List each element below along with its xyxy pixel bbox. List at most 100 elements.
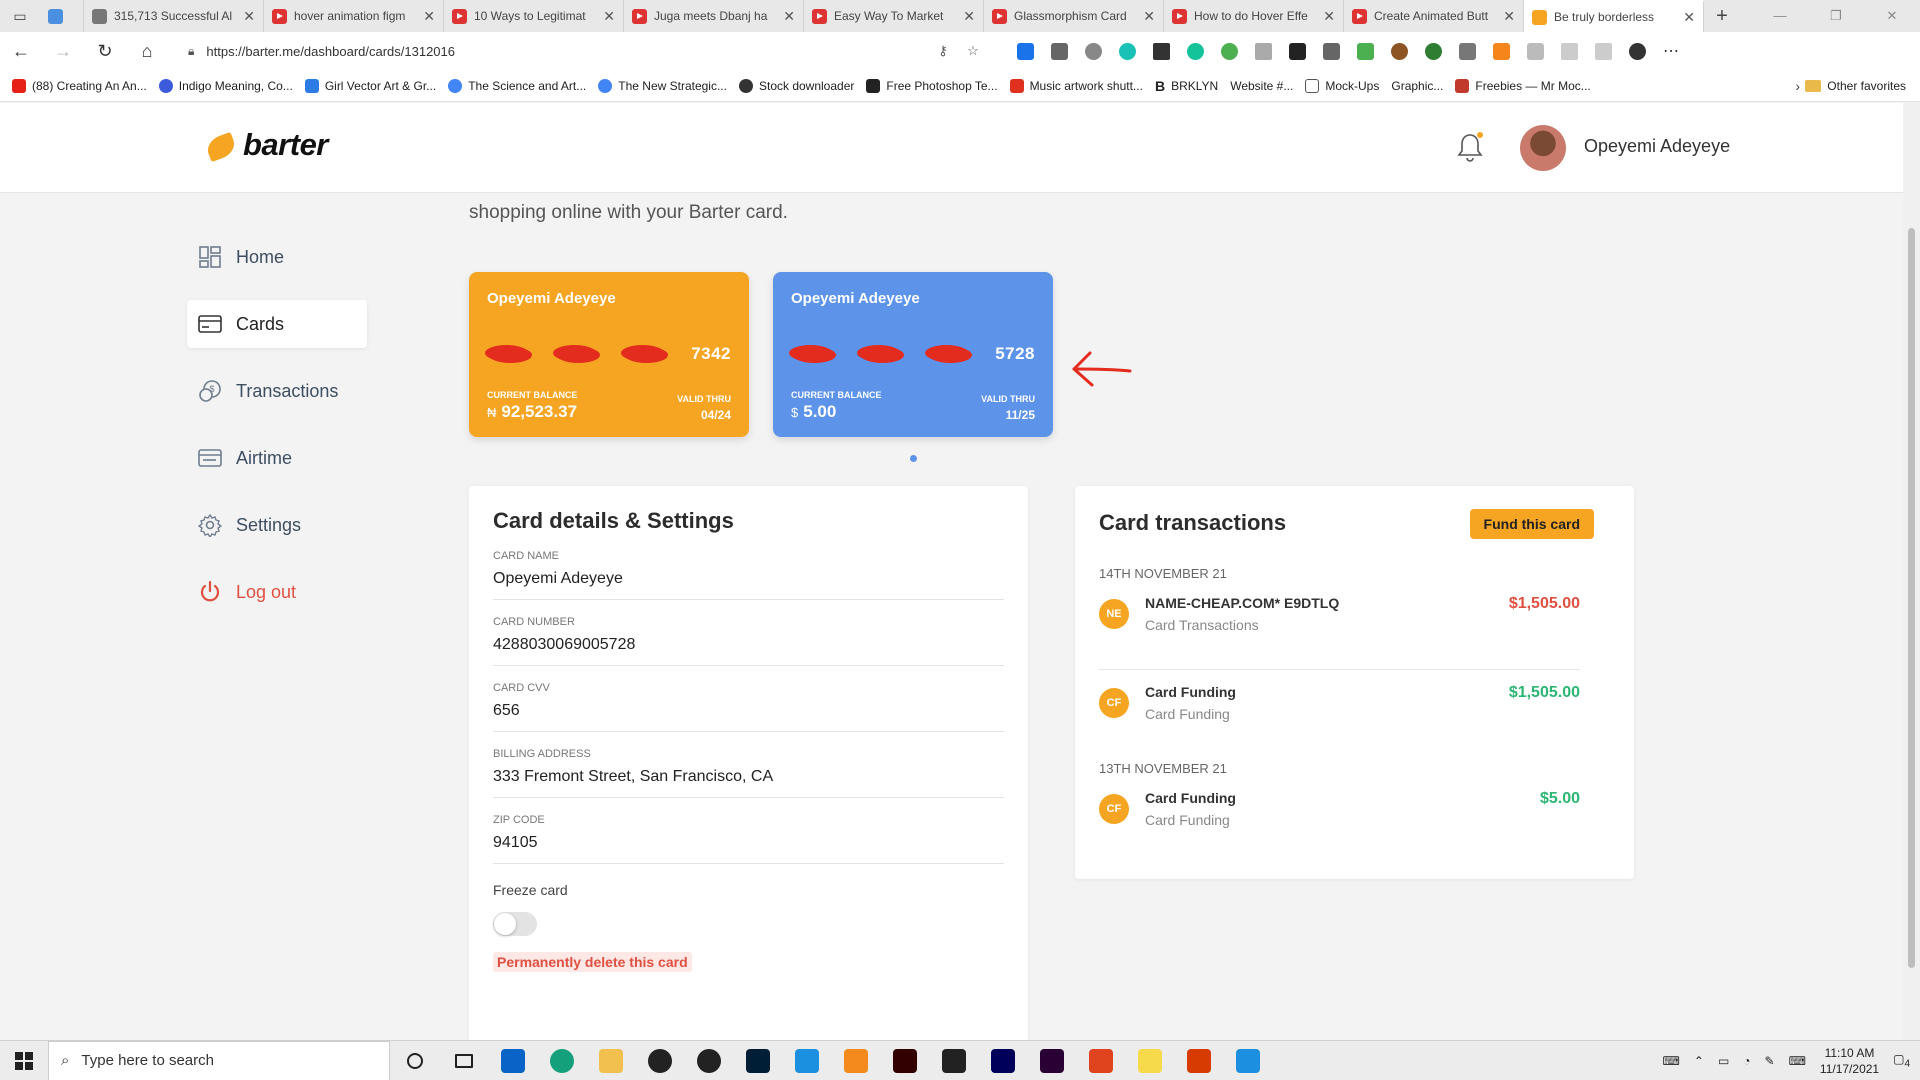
premiere-icon[interactable] bbox=[1027, 1041, 1076, 1080]
close-tab-icon[interactable]: ✕ bbox=[1143, 8, 1155, 25]
picker-extension-icon[interactable] bbox=[1042, 32, 1076, 70]
bookmark-item[interactable]: B BRKLYN bbox=[1155, 78, 1218, 94]
extension-icon[interactable] bbox=[1314, 32, 1348, 70]
browser-tab[interactable]: hover animation figm ✕ bbox=[264, 0, 444, 32]
favorites-icon[interactable] bbox=[1552, 32, 1586, 70]
minimize-icon[interactable]: — bbox=[1752, 0, 1808, 32]
vlc-icon[interactable] bbox=[831, 1041, 880, 1080]
extension-icon[interactable] bbox=[1280, 32, 1314, 70]
pen-icon[interactable]: ✎ bbox=[1765, 1054, 1775, 1068]
outlook-icon[interactable] bbox=[488, 1041, 537, 1080]
bookmark-item[interactable]: The Science and Art... bbox=[448, 78, 586, 93]
browser-tab-active[interactable]: Be truly borderless ✕ bbox=[1524, 0, 1704, 32]
naira-card[interactable]: Opeyemi Adeyeye 7342 CURRENT BALANCE ₦ 92… bbox=[469, 272, 749, 437]
bookmark-item[interactable]: Stock downloader bbox=[738, 78, 854, 93]
whatsapp-icon[interactable] bbox=[635, 1041, 684, 1080]
chevron-right-icon[interactable]: › bbox=[1795, 78, 1800, 94]
edge-icon[interactable] bbox=[537, 1041, 586, 1080]
after-effects-icon[interactable] bbox=[978, 1041, 1027, 1080]
forward-icon[interactable]: → bbox=[42, 32, 84, 70]
cookie-extension-icon[interactable] bbox=[1382, 32, 1416, 70]
page-scrollbar[interactable] bbox=[1903, 103, 1920, 1040]
sidebar-item-cards[interactable]: Cards bbox=[187, 300, 367, 348]
sidebar-item-settings[interactable]: Settings bbox=[187, 501, 367, 549]
new-tab-icon[interactable]: + bbox=[1704, 5, 1740, 28]
notifications-icon[interactable]: ▢4 bbox=[1893, 1052, 1910, 1069]
bookmark-item[interactable]: Mock-Ups bbox=[1305, 78, 1379, 93]
more-menu-icon[interactable]: ⋯ bbox=[1654, 32, 1688, 70]
close-tab-icon[interactable]: ✕ bbox=[243, 8, 255, 25]
bookmark-item[interactable]: Website #... bbox=[1230, 79, 1293, 93]
bookmark-item[interactable]: (88) Creating An An... bbox=[12, 78, 147, 93]
refresh-icon[interactable]: ↻ bbox=[84, 32, 126, 70]
office-icon[interactable] bbox=[1174, 1041, 1223, 1080]
browser-tab[interactable]: Create Animated Butt ✕ bbox=[1344, 0, 1524, 32]
download-extension-icon[interactable] bbox=[1008, 32, 1042, 70]
cortana-icon[interactable] bbox=[390, 1041, 439, 1080]
close-tab-icon[interactable]: ✕ bbox=[603, 8, 615, 25]
extension-icon[interactable] bbox=[1450, 32, 1484, 70]
user-avatar[interactable] bbox=[1520, 125, 1566, 171]
tab-actions-menu-icon[interactable]: ▭ bbox=[0, 0, 40, 32]
bookmark-item[interactable]: Freebies — Mr Moc... bbox=[1455, 78, 1591, 93]
metamask-icon[interactable] bbox=[1484, 32, 1518, 70]
close-tab-icon[interactable]: ✕ bbox=[963, 8, 975, 25]
browser-tab[interactable]: Easy Way To Market ✕ bbox=[804, 0, 984, 32]
freeze-card-toggle[interactable] bbox=[493, 912, 537, 936]
sidebar-item-home[interactable]: Home bbox=[187, 233, 367, 281]
close-tab-icon[interactable]: ✕ bbox=[1503, 8, 1515, 25]
grammarly-icon[interactable] bbox=[1178, 32, 1212, 70]
bookmark-item[interactable]: Indigo Meaning, Co... bbox=[158, 78, 293, 93]
home-icon[interactable]: ⌂ bbox=[126, 32, 168, 70]
lock-icon[interactable]: 🔒︎ bbox=[188, 44, 194, 59]
sidebar-item-logout[interactable]: Log out bbox=[187, 568, 367, 616]
barter-logo[interactable]: barter bbox=[205, 127, 328, 163]
whatsapp-icon[interactable] bbox=[684, 1041, 733, 1080]
clock[interactable]: 11:10 AM 11/17/2021 bbox=[1820, 1045, 1879, 1077]
extension-icon[interactable] bbox=[1076, 32, 1110, 70]
wifi-icon[interactable]: ◔ bbox=[1743, 1054, 1750, 1068]
keyboard-icon[interactable]: ⌨ bbox=[1663, 1054, 1680, 1068]
extension-icon[interactable] bbox=[1348, 32, 1382, 70]
browser-tab[interactable]: 315,713 Successful Al ✕ bbox=[84, 0, 264, 32]
bookmark-item[interactable]: Free Photoshop Te... bbox=[866, 78, 998, 93]
office-icon[interactable] bbox=[1076, 1041, 1125, 1080]
browser-tab[interactable] bbox=[40, 0, 84, 32]
close-window-icon[interactable]: ✕ bbox=[1864, 0, 1920, 32]
bookmark-item[interactable]: Music artwork shutt... bbox=[1009, 78, 1143, 93]
extensions-icon[interactable] bbox=[1518, 32, 1552, 70]
carousel-dot[interactable] bbox=[910, 455, 917, 462]
sidebar-item-transactions[interactable]: $ Transactions bbox=[187, 367, 367, 415]
task-view-icon[interactable] bbox=[439, 1041, 488, 1080]
app-icon[interactable] bbox=[1223, 1041, 1272, 1080]
scrollbar-thumb[interactable] bbox=[1908, 228, 1915, 968]
transaction-row[interactable]: NE NAME-CHEAP.COM* E9DTLQ Card Transacti… bbox=[1099, 595, 1580, 655]
sticky-notes-icon[interactable] bbox=[1125, 1041, 1174, 1080]
sidebar-item-airtime[interactable]: Airtime bbox=[187, 434, 367, 482]
illustrator-icon[interactable] bbox=[880, 1041, 929, 1080]
chevron-up-icon[interactable]: ⌃ bbox=[1694, 1054, 1704, 1068]
restore-icon[interactable]: ❐ bbox=[1808, 0, 1864, 32]
collections-icon[interactable] bbox=[1586, 32, 1620, 70]
windows-start-icon[interactable] bbox=[0, 1041, 48, 1080]
bookmark-item[interactable]: The New Strategic... bbox=[598, 78, 727, 93]
user-name[interactable]: Opeyemi Adeyeye bbox=[1584, 136, 1730, 157]
text-extension-icon[interactable] bbox=[1246, 32, 1280, 70]
photoshop-icon[interactable] bbox=[733, 1041, 782, 1080]
transaction-row[interactable]: CF Card Funding Card Funding $1,505.00 bbox=[1099, 669, 1580, 739]
delete-card-link[interactable]: Permanently delete this card bbox=[493, 952, 692, 972]
close-tab-icon[interactable]: ✕ bbox=[1683, 9, 1695, 26]
bookmark-item[interactable]: Graphic... bbox=[1391, 79, 1443, 93]
close-tab-icon[interactable]: ✕ bbox=[423, 8, 435, 25]
close-tab-icon[interactable]: ✕ bbox=[1323, 8, 1335, 25]
key-icon[interactable]: ⚷ bbox=[928, 43, 958, 59]
notification-bell[interactable] bbox=[1455, 131, 1485, 163]
font-extension-icon[interactable] bbox=[1144, 32, 1178, 70]
close-tab-icon[interactable]: ✕ bbox=[783, 8, 795, 25]
profile-avatar[interactable] bbox=[1620, 32, 1654, 70]
browser-tab[interactable]: Glassmorphism Card ✕ bbox=[984, 0, 1164, 32]
transaction-row[interactable]: CF Card Funding Card Funding $5.00 bbox=[1099, 790, 1580, 850]
add-favorite-icon[interactable]: ☆ bbox=[958, 43, 988, 59]
browser-tab[interactable]: Juga meets Dbanj ha ✕ bbox=[624, 0, 804, 32]
other-favorites[interactable]: Other favorites bbox=[1805, 79, 1906, 93]
